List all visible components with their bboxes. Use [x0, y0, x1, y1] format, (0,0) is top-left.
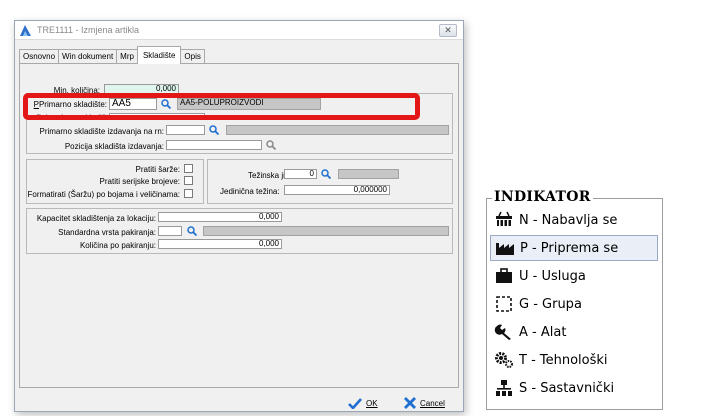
formatirati-checkbox[interactable] — [184, 189, 193, 198]
cart-icon — [493, 210, 515, 230]
kolicina-po-pakiranju-label: Količina po pakiranju: — [79, 241, 156, 250]
tab-mrp[interactable]: Mrp — [116, 49, 138, 64]
formatirati-label: Formatirati (Šaržu) po bojama i veličina… — [27, 190, 181, 199]
legend-item-sastavnicki: S - Sastavnički — [493, 375, 614, 401]
cancel-x-icon — [404, 397, 416, 409]
window-title: TRE1111 - Izmjena artikla — [37, 25, 140, 35]
legend-label-grupa: G - Grupa — [519, 296, 582, 312]
standardna-vrsta-search-icon[interactable] — [187, 226, 197, 236]
tezinska-jm-description — [338, 169, 399, 179]
legend-item-alat: A - Alat — [493, 319, 566, 345]
kapacitet-input[interactable]: 0,000 — [158, 212, 282, 222]
gears-icon — [493, 350, 515, 370]
tab-strip: Osnovno Win dokument Mrp Skladište Opis — [19, 46, 205, 64]
legend-title: INDIKATOR — [492, 189, 593, 205]
legend-item-priprema: P - Priprema se — [490, 235, 658, 261]
ok-button[interactable]: OK — [348, 396, 378, 410]
factory-icon — [494, 238, 516, 258]
pratiti-sarze-label: Pratiti šarže: — [135, 165, 180, 174]
tezinska-jm-input[interactable]: 0 — [284, 169, 317, 179]
legend-item-grupa: G - Grupa — [493, 291, 582, 317]
legend-label-nabavlja: N - Nabavlja se — [519, 212, 618, 228]
wrench-icon — [493, 322, 515, 342]
checkmark-icon — [348, 397, 362, 409]
cancel-button[interactable]: Cancel — [404, 396, 445, 410]
dashed-square-icon — [493, 294, 515, 314]
tab-opis[interactable]: Opis — [180, 49, 205, 64]
tab-win-dokument[interactable]: Win dokument — [58, 49, 118, 64]
pratiti-sarze-checkbox[interactable] — [184, 164, 193, 173]
legend-label-alat: A - Alat — [519, 324, 567, 340]
weight-group — [207, 159, 453, 204]
highlight-box — [23, 93, 420, 120]
hierarchy-icon — [493, 378, 515, 398]
primarno-izdavanje-label: Primarno skladište izdavanja na rn: — [39, 127, 164, 136]
tab-skladiste[interactable]: Skladište — [136, 46, 182, 64]
title-bar: TRE1111 - Izmjena artikla ✕ — [15, 21, 463, 40]
tezinska-jm-search-icon[interactable] — [321, 169, 331, 179]
app-icon — [20, 25, 31, 36]
legend-label-sastavnicki: S - Sastavnički — [519, 380, 615, 396]
legend-label-priprema: P - Priprema se — [520, 240, 619, 256]
jedinicna-tezina-input[interactable]: 0,000000 — [284, 185, 390, 195]
primarno-izdavanje-description — [226, 125, 449, 135]
standardna-vrsta-input[interactable] — [158, 226, 182, 236]
close-button[interactable]: ✕ — [439, 24, 457, 37]
cancel-button-label: Cancel — [420, 398, 445, 408]
legend-item-usluga: U - Usluga — [493, 263, 586, 289]
indicator-legend: INDIKATOR N - Nabavlja se P - Priprema s… — [486, 189, 663, 410]
standardna-vrsta-label: Standardna vrsta pakiranja: — [58, 228, 156, 237]
standardna-vrsta-description — [203, 226, 449, 236]
kolicina-po-pakiranju-input[interactable]: 0,000 — [158, 239, 282, 249]
legend-item-nabavlja: N - Nabavlja se — [493, 207, 617, 233]
pozicija-search-icon[interactable] — [266, 140, 276, 150]
pratiti-serijske-checkbox[interactable] — [184, 176, 193, 185]
tab-osnovno[interactable]: Osnovno — [19, 49, 60, 64]
kapacitet-label: Kapacitet skladištenja za lokaciju: — [36, 214, 156, 223]
briefcase-icon — [493, 266, 515, 286]
ok-button-label: OK — [366, 398, 378, 408]
pratiti-serijske-label: Pratiti serijske brojeve: — [99, 177, 180, 186]
primarno-izdavanje-input[interactable] — [166, 125, 205, 135]
legend-label-tehnoloski: T - Tehnološki — [519, 352, 608, 368]
pozicija-input[interactable] — [166, 140, 262, 150]
legend-item-tehnoloski: T - Tehnološki — [493, 347, 608, 373]
jedinicna-tezina-label: Jedinična težina: — [220, 187, 280, 196]
primarno-izdavanje-search-icon[interactable] — [209, 125, 219, 135]
pozicija-label: Pozicija skladišta izdavanja: — [64, 142, 164, 151]
legend-label-usluga: U - Usluga — [519, 268, 586, 284]
